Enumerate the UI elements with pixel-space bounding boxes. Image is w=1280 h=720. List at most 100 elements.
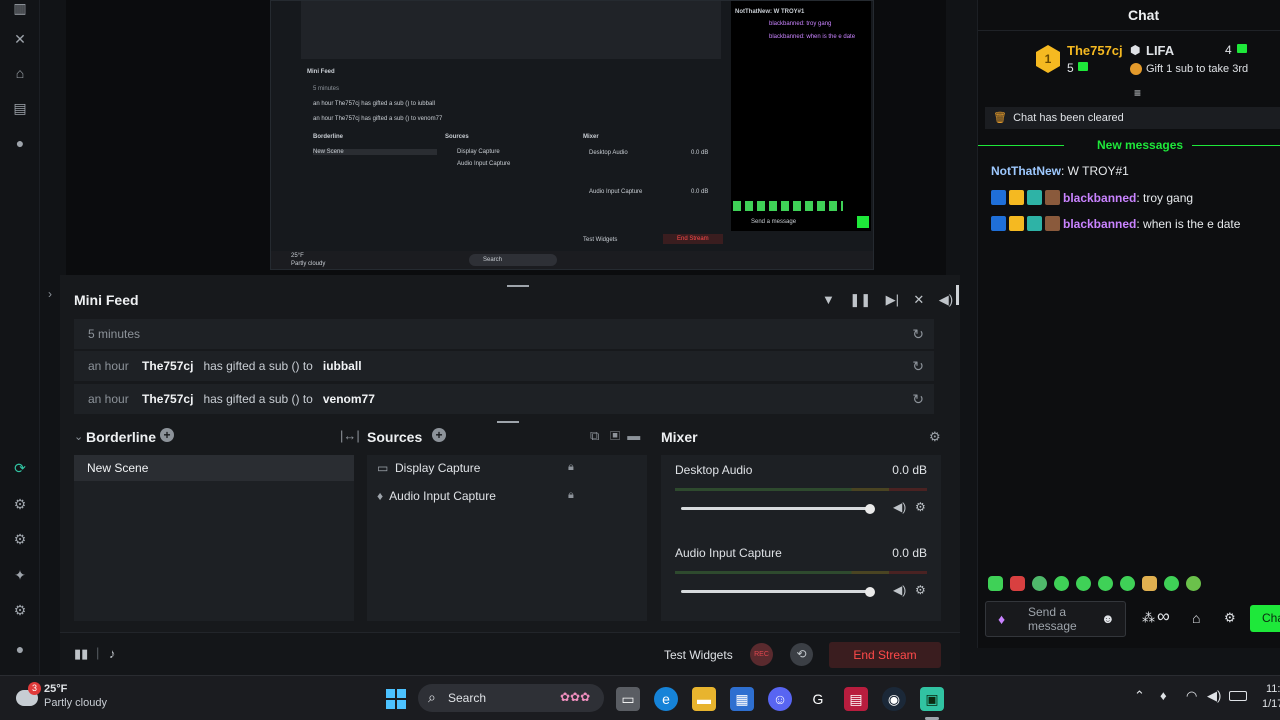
mixer-settings-icon[interactable]: ⚙: [929, 429, 941, 445]
weather-widget[interactable]: 3: [16, 682, 41, 706]
weather-desc: Partly cloudy: [44, 697, 107, 709]
library-icon[interactable]: ▥: [12, 0, 28, 16]
replay-buffer-icon[interactable]: ⟲: [790, 643, 813, 666]
volume-icon[interactable]: ◀): [939, 292, 953, 307]
scrollbar[interactable]: [956, 285, 959, 305]
chat-input[interactable]: ♦ Send a message ☻: [985, 601, 1126, 637]
store-icon[interactable]: ⌂: [12, 65, 28, 81]
volume-icon[interactable]: ◀): [1207, 688, 1221, 704]
clock-date[interactable]: 1/17: [1262, 698, 1280, 710]
clock-time[interactable]: 11:: [1266, 683, 1280, 695]
speaker-icon[interactable]: ◀): [893, 500, 906, 514]
chat-username[interactable]: blackbanned: [1063, 217, 1136, 231]
group-icon[interactable]: ⧉: [590, 428, 599, 443]
emote-icon[interactable]: [1054, 576, 1069, 591]
g-hub-icon[interactable]: G: [806, 687, 830, 711]
reload-icon[interactable]: ↻: [912, 384, 924, 414]
volume-slider-knob[interactable]: [865, 504, 875, 514]
search-box[interactable]: ⌕ Search ✿✿✿: [418, 684, 604, 712]
mute-alerts-icon[interactable]: ✕: [913, 292, 924, 307]
feed-user: The757cj: [142, 359, 194, 373]
emote-icon[interactable]: [1076, 576, 1091, 591]
emote-icon[interactable]: [1164, 576, 1179, 591]
file-explorer-icon[interactable]: ▬: [692, 687, 716, 711]
play-icon[interactable]: ●: [12, 135, 28, 151]
plugin-alt-icon[interactable]: ⚙: [12, 531, 28, 547]
emote-icon[interactable]: [1032, 576, 1047, 591]
collapse-icon[interactable]: ⌄: [74, 430, 83, 443]
preview-source-item: Audio Input Capture: [457, 161, 511, 167]
stream-preview[interactable]: NotThatNew: W TROY#1 blackbanned: troy g…: [66, 0, 946, 275]
folder-add-icon[interactable]: ▬: [627, 428, 640, 443]
emote-icon[interactable]: [1186, 576, 1201, 591]
task-view-icon[interactable]: ▭: [616, 687, 640, 711]
pause-icon[interactable]: ❚❚: [849, 292, 871, 307]
volume-slider[interactable]: [681, 590, 871, 593]
end-stream-button[interactable]: End Stream: [829, 642, 941, 668]
app-icon[interactable]: ▤: [844, 687, 868, 711]
scene-item[interactable]: New Scene: [74, 455, 354, 481]
plugin-icon[interactable]: ⚙: [12, 496, 28, 512]
lock-icon[interactable]: 🔒︎: [568, 489, 574, 502]
themes-icon[interactable]: ▤: [12, 100, 28, 116]
feed-user: The757cj: [142, 392, 194, 406]
source-item[interactable]: ▭ Display Capture: [377, 461, 480, 475]
record-button[interactable]: REC: [750, 643, 773, 666]
emoji-icon[interactable]: ☻: [1101, 611, 1115, 626]
test-widgets-button[interactable]: Test Widgets: [664, 648, 733, 662]
lock-icon[interactable]: 🔒︎: [568, 461, 574, 474]
chat-settings-icon[interactable]: ⚙: [1224, 610, 1236, 626]
speaker-icon[interactable]: ◀): [893, 583, 906, 597]
battery-icon[interactable]: [1229, 691, 1247, 701]
scene-collection-title[interactable]: Borderline: [86, 429, 156, 445]
performance-icon[interactable]: ▮▮: [74, 646, 88, 662]
channel-points-icon[interactable]: ⁂: [1142, 610, 1155, 626]
resize-handle[interactable]: [497, 421, 519, 423]
chat-username[interactable]: NotThatNew: [991, 164, 1061, 178]
reload-icon[interactable]: ↻: [912, 319, 924, 349]
store-icon[interactable]: ▦: [730, 687, 754, 711]
transitions-icon[interactable]: |↔|: [340, 428, 360, 443]
edge-icon[interactable]: e: [654, 687, 678, 711]
chevron-right-icon[interactable]: ›: [48, 287, 52, 301]
apps-icon[interactable]: ⟳: [12, 460, 28, 476]
microphone-icon[interactable]: ♦: [998, 611, 1005, 627]
chat-username[interactable]: blackbanned: [1063, 191, 1136, 205]
chevron-up-icon[interactable]: ⌃: [1134, 688, 1145, 704]
windows-start-icon[interactable]: [384, 687, 408, 711]
channel-settings-icon[interactable]: ⚙: [915, 500, 926, 514]
add-scene-icon[interactable]: +: [160, 428, 174, 442]
resize-handle[interactable]: [507, 285, 529, 287]
reload-icon[interactable]: ↻: [912, 351, 924, 381]
preview-mixer-title: Mixer: [583, 134, 599, 140]
emote-icon[interactable]: [1120, 576, 1135, 591]
tools-icon[interactable]: ✕: [12, 31, 28, 47]
volume-slider-knob[interactable]: [865, 587, 875, 597]
profile-icon[interactable]: ●: [12, 641, 28, 657]
folder-icon[interactable]: ▣: [610, 428, 620, 443]
channel-settings-icon[interactable]: ⚙: [915, 583, 926, 597]
add-source-icon[interactable]: +: [432, 428, 446, 442]
skip-icon[interactable]: ▶|: [886, 292, 899, 307]
steam-icon[interactable]: ◉: [882, 687, 906, 711]
microphone-icon: ♦: [377, 489, 384, 503]
filter-icon[interactable]: ▼: [822, 292, 835, 307]
streamlabs-icon[interactable]: ▣: [920, 687, 944, 711]
store-icon[interactable]: ⌂: [1192, 610, 1200, 626]
feed-time: 5 minutes: [88, 327, 141, 341]
emote-icon[interactable]: [988, 576, 1003, 591]
emote-icon[interactable]: [1098, 576, 1113, 591]
notifications-icon[interactable]: ♪: [109, 646, 116, 661]
settings-icon[interactable]: ⚙: [12, 602, 28, 618]
discord-icon[interactable]: ☺: [768, 687, 792, 711]
wifi-icon[interactable]: ◠: [1186, 688, 1197, 704]
collapse-leaderboard-icon[interactable]: ≡: [1134, 86, 1141, 100]
send-chat-button[interactable]: Chat: [1250, 605, 1280, 632]
emote-icon[interactable]: [1142, 576, 1157, 591]
sparkle-icon[interactable]: ✦: [12, 567, 28, 583]
emote-icon[interactable]: [1010, 576, 1025, 591]
chat-text: troy gang: [1143, 191, 1194, 205]
microphone-icon[interactable]: ♦: [1160, 688, 1167, 703]
source-item[interactable]: ♦ Audio Input Capture: [377, 489, 496, 503]
volume-slider[interactable]: [681, 507, 871, 510]
